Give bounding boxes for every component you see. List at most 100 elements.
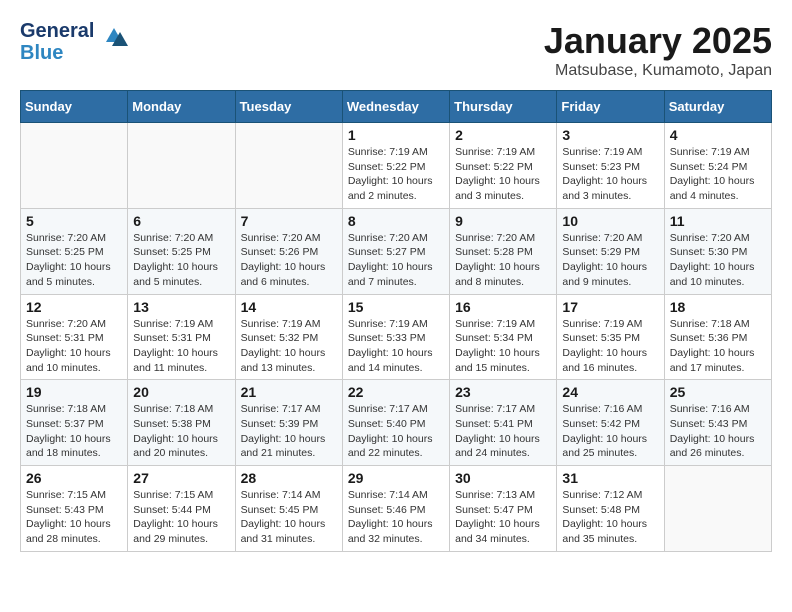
day-number: 31 [562,470,658,486]
weekday-header-saturday: Saturday [664,91,771,123]
day-cell-4: 4Sunrise: 7:19 AMSunset: 5:24 PMDaylight… [664,123,771,209]
logo-icon [98,22,130,54]
day-info: Sunrise: 7:18 AMSunset: 5:37 PMDaylight:… [26,402,122,461]
day-cell-21: 21Sunrise: 7:17 AMSunset: 5:39 PMDayligh… [235,380,342,466]
day-cell-13: 13 Sunrise: 7:19 AMSunset: 5:31 PMDayligh… [128,294,235,380]
calendar-table: SundayMondayTuesdayWednesdayThursdayFrid… [20,90,772,552]
calendar-subtitle: Matsubase, Kumamoto, Japan [544,62,772,80]
header: GeneralBlue January 2025 Matsubase, Kuma… [20,20,772,80]
empty-cell [128,123,235,209]
day-info: Sunrise: 7:15 AMSunset: 5:43 PMDaylight:… [26,488,122,547]
day-info: Sunrise: 7:20 AMSunset: 5:28 PMDaylight:… [455,231,551,290]
day-number: 19 [26,384,122,400]
day-info: Sunrise: 7:20 AMSunset: 5:27 PMDaylight:… [348,231,444,290]
day-number: 25 [670,384,766,400]
weekday-header-thursday: Thursday [450,91,557,123]
day-info: Sunrise: 7:20 AMSunset: 5:29 PMDaylight:… [562,231,658,290]
day-cell-23: 23Sunrise: 7:17 AMSunset: 5:41 PMDayligh… [450,380,557,466]
day-info: Sunrise: 7:20 AMSunset: 5:25 PMDaylight:… [133,231,229,290]
day-cell-6: 6 Sunrise: 7:20 AMSunset: 5:25 PMDaylight… [128,208,235,294]
day-cell-28: 28Sunrise: 7:14 AMSunset: 5:45 PMDayligh… [235,466,342,552]
weekday-header-wednesday: Wednesday [342,91,449,123]
day-info: Sunrise: 7:18 AMSunset: 5:36 PMDaylight:… [670,317,766,376]
day-cell-19: 19 Sunrise: 7:18 AMSunset: 5:37 PMDayligh… [21,380,128,466]
day-number: 18 [670,299,766,315]
day-number: 12 [26,299,122,315]
day-info: Sunrise: 7:20 AMSunset: 5:25 PMDaylight:… [26,231,122,290]
day-number: 30 [455,470,551,486]
day-cell-27: 27Sunrise: 7:15 AMSunset: 5:44 PMDayligh… [128,466,235,552]
weekday-header-row: SundayMondayTuesdayWednesdayThursdayFrid… [21,91,772,123]
day-info: Sunrise: 7:16 AMSunset: 5:42 PMDaylight:… [562,402,658,461]
day-info: Sunrise: 7:19 AMSunset: 5:31 PMDaylight:… [133,317,229,376]
day-cell-22: 22 Sunrise: 7:17 AMSunset: 5:40 PMDayligh… [342,380,449,466]
day-number: 5 [26,213,122,229]
empty-cell [664,466,771,552]
day-cell-25: 25 Sunrise: 7:16 AMSunset: 5:43 PMDayligh… [664,380,771,466]
day-cell-11: 11 Sunrise: 7:20 AMSunset: 5:30 PMDayligh… [664,208,771,294]
day-info: Sunrise: 7:19 AMSunset: 5:35 PMDaylight:… [562,317,658,376]
day-info: Sunrise: 7:16 AMSunset: 5:43 PMDaylight:… [670,402,766,461]
day-number: 27 [133,470,229,486]
day-cell-14: 14Sunrise: 7:19 AMSunset: 5:32 PMDayligh… [235,294,342,380]
day-number: 16 [455,299,551,315]
day-number: 22 [348,384,444,400]
day-cell-17: 17 Sunrise: 7:19 AMSunset: 5:35 PMDayligh… [557,294,664,380]
day-info: Sunrise: 7:19 AMSunset: 5:22 PMDaylight:… [348,145,444,204]
day-cell-15: 15 Sunrise: 7:19 AMSunset: 5:33 PMDayligh… [342,294,449,380]
day-cell-9: 9 Sunrise: 7:20 AMSunset: 5:28 PMDaylight… [450,208,557,294]
day-cell-1: 1 Sunrise: 7:19 AMSunset: 5:22 PMDaylight… [342,123,449,209]
day-number: 20 [133,384,229,400]
day-cell-30: 30 Sunrise: 7:13 AMSunset: 5:47 PMDayligh… [450,466,557,552]
day-info: Sunrise: 7:20 AMSunset: 5:26 PMDaylight:… [241,231,337,290]
day-info: Sunrise: 7:14 AMSunset: 5:46 PMDaylight:… [348,488,444,547]
day-cell-16: 16 Sunrise: 7:19 AMSunset: 5:34 PMDayligh… [450,294,557,380]
day-info: Sunrise: 7:12 AMSunset: 5:48 PMDaylight:… [562,488,658,547]
day-cell-12: 12 Sunrise: 7:20 AMSunset: 5:31 PMDayligh… [21,294,128,380]
day-info: Sunrise: 7:17 AMSunset: 5:41 PMDaylight:… [455,402,551,461]
day-cell-29: 29 Sunrise: 7:14 AMSunset: 5:46 PMDayligh… [342,466,449,552]
day-cell-2: 2 Sunrise: 7:19 AMSunset: 5:22 PMDaylight… [450,123,557,209]
day-number: 9 [455,213,551,229]
day-info: Sunrise: 7:17 AMSunset: 5:40 PMDaylight:… [348,402,444,461]
day-number: 15 [348,299,444,315]
week-row-4: 19 Sunrise: 7:18 AMSunset: 5:37 PMDayligh… [21,380,772,466]
day-number: 11 [670,213,766,229]
day-number: 10 [562,213,658,229]
empty-cell [21,123,128,209]
day-number: 26 [26,470,122,486]
day-cell-7: 7 Sunrise: 7:20 AMSunset: 5:26 PMDaylight… [235,208,342,294]
day-info: Sunrise: 7:19 AMSunset: 5:34 PMDaylight:… [455,317,551,376]
day-info: Sunrise: 7:19 AMSunset: 5:22 PMDaylight:… [455,145,551,204]
day-info: Sunrise: 7:14 AMSunset: 5:45 PMDaylight:… [241,488,337,547]
week-row-3: 12 Sunrise: 7:20 AMSunset: 5:31 PMDayligh… [21,294,772,380]
day-cell-26: 26 Sunrise: 7:15 AMSunset: 5:43 PMDayligh… [21,466,128,552]
day-info: Sunrise: 7:20 AMSunset: 5:31 PMDaylight:… [26,317,122,376]
empty-cell [235,123,342,209]
logo: GeneralBlue [20,20,130,64]
title-section: January 2025 Matsubase, Kumamoto, Japan [544,20,772,80]
day-number: 21 [241,384,337,400]
day-number: 3 [562,127,658,143]
day-info: Sunrise: 7:19 AMSunset: 5:33 PMDaylight:… [348,317,444,376]
weekday-header-friday: Friday [557,91,664,123]
day-cell-31: 31 Sunrise: 7:12 AMSunset: 5:48 PMDayligh… [557,466,664,552]
day-number: 6 [133,213,229,229]
day-number: 1 [348,127,444,143]
day-number: 17 [562,299,658,315]
week-row-2: 5 Sunrise: 7:20 AMSunset: 5:25 PMDaylight… [21,208,772,294]
day-info: Sunrise: 7:19 AMSunset: 5:24 PMDaylight:… [670,145,766,204]
logo-text: GeneralBlue [20,20,94,64]
weekday-header-monday: Monday [128,91,235,123]
day-number: 29 [348,470,444,486]
day-number: 2 [455,127,551,143]
day-info: Sunrise: 7:19 AMSunset: 5:23 PMDaylight:… [562,145,658,204]
day-info: Sunrise: 7:19 AMSunset: 5:32 PMDaylight:… [241,317,337,376]
day-info: Sunrise: 7:13 AMSunset: 5:47 PMDaylight:… [455,488,551,547]
week-row-5: 26 Sunrise: 7:15 AMSunset: 5:43 PMDayligh… [21,466,772,552]
day-cell-20: 20Sunrise: 7:18 AMSunset: 5:38 PMDayligh… [128,380,235,466]
day-info: Sunrise: 7:20 AMSunset: 5:30 PMDaylight:… [670,231,766,290]
day-cell-5: 5 Sunrise: 7:20 AMSunset: 5:25 PMDaylight… [21,208,128,294]
day-number: 7 [241,213,337,229]
day-number: 13 [133,299,229,315]
